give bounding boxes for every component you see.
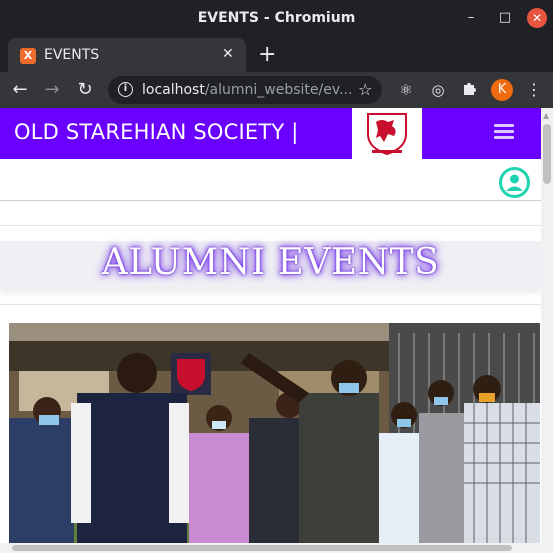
horizontal-scrollbar-thumb[interactable] <box>12 545 512 551</box>
close-tab-icon[interactable]: ✕ <box>222 46 234 62</box>
hamburger-menu-icon[interactable] <box>494 124 514 140</box>
address-bar[interactable]: i localhost/alumni_website/ev... ☆ <box>108 76 382 104</box>
browser-menu-icon[interactable]: ⋮ <box>524 80 544 100</box>
school-logo[interactable] <box>352 108 422 159</box>
xampp-favicon-icon: X <box>20 48 36 64</box>
divider <box>0 304 541 305</box>
scroll-up-icon[interactable]: ▲ <box>543 111 549 120</box>
horizontal-scrollbar[interactable] <box>0 543 541 553</box>
react-devtools-icon[interactable]: ⚛ <box>396 80 416 100</box>
url-host: localhost <box>142 82 205 98</box>
extension-circle-icon[interactable]: ◎ <box>428 80 448 100</box>
user-profile-icon[interactable] <box>499 167 530 198</box>
url-path: /alumni_website/ev... <box>204 82 353 98</box>
tab-events[interactable]: X EVENTS ✕ <box>8 38 246 72</box>
maximize-icon[interactable]: □ <box>495 8 515 28</box>
site-info-icon[interactable]: i <box>118 82 133 97</box>
divider <box>0 225 541 226</box>
forward-arrow-icon[interactable]: → <box>41 79 63 101</box>
site-brand[interactable]: OLD STAREHIAN SOCIETY | <box>14 120 299 144</box>
tab-label: EVENTS <box>44 47 100 63</box>
crest-logo-icon <box>367 113 407 156</box>
browser-window: EVENTS - Chromium – □ ✕ X EVENTS ✕ + ← →… <box>0 0 553 553</box>
reload-icon[interactable]: ↻ <box>74 79 96 101</box>
new-tab-icon[interactable]: + <box>258 42 276 67</box>
site-navbar: OLD STAREHIAN SOCIETY | <box>0 108 541 159</box>
tab-strip: X EVENTS ✕ + <box>0 36 553 72</box>
back-arrow-icon[interactable]: ← <box>9 79 31 101</box>
page-banner: ALUMNI EVENTS <box>0 241 541 289</box>
profile-avatar[interactable]: K <box>491 79 513 101</box>
vertical-scrollbar[interactable]: ▲ <box>541 108 553 553</box>
bookmark-star-icon[interactable]: ☆ <box>358 80 372 99</box>
scrollbar-thumb[interactable] <box>543 124 551 184</box>
page-title: ALUMNI EVENTS <box>101 242 440 283</box>
close-window-icon[interactable]: ✕ <box>527 8 547 28</box>
browser-toolbar: ← → ↻ i localhost/alumni_website/ev... ☆… <box>0 72 553 108</box>
url-text[interactable]: localhost/alumni_website/ev... <box>142 82 352 98</box>
user-bar <box>0 159 541 201</box>
minimize-icon[interactable]: – <box>461 8 481 28</box>
extensions-puzzle-icon[interactable] <box>460 80 480 100</box>
event-photo <box>9 323 540 553</box>
title-bar: EVENTS - Chromium – □ ✕ <box>0 0 553 36</box>
web-page: OLD STAREHIAN SOCIETY | ALUMNI EVENTS <box>0 108 541 553</box>
